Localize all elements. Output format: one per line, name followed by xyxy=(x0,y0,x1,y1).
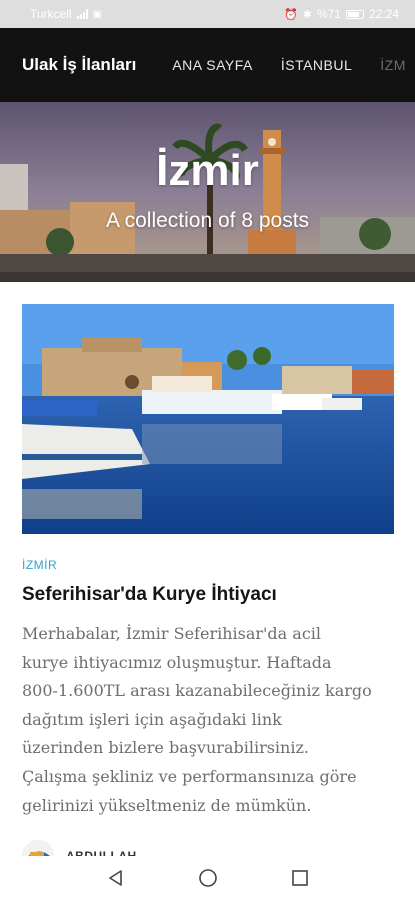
post-title[interactable]: Seferihisar'da Kurye İhtiyacı xyxy=(22,584,402,606)
nav-menu: ANA SAYFA İSTANBUL İZM xyxy=(172,57,406,73)
carrier-name: Turkcell xyxy=(30,7,72,21)
site-header: Ulak İş İlanları ANA SAYFA İSTANBUL İZM xyxy=(0,28,415,102)
system-navigation-bar xyxy=(0,856,415,900)
excerpt-line: dağıtım işleri için aşağıdaki link xyxy=(22,709,282,729)
nav-link-home[interactable]: ANA SAYFA xyxy=(172,57,253,73)
harbor-photo xyxy=(22,304,394,534)
post-feature-image[interactable] xyxy=(22,304,394,534)
signal-icon xyxy=(76,9,88,19)
back-icon[interactable] xyxy=(105,867,127,889)
nav-link-istanbul[interactable]: İSTANBUL xyxy=(281,57,352,73)
alarm-icon: ⏰ xyxy=(284,8,298,21)
recents-icon[interactable] xyxy=(289,867,311,889)
battery-icon xyxy=(345,9,364,19)
post-tag[interactable]: İZMİR xyxy=(22,558,57,572)
tag-post-count: A collection of 8 posts xyxy=(105,209,310,232)
excerpt-line: Merhabalar, İzmir Seferihisar'da acil xyxy=(22,624,322,643)
home-icon[interactable] xyxy=(197,867,219,889)
excerpt-line: üzerinden bizlere başvurabilirsiniz. xyxy=(22,738,309,758)
bluetooth-icon: ✱ xyxy=(302,8,312,21)
nav-link-izmir[interactable]: İZM xyxy=(380,57,406,73)
site-logo[interactable]: Ulak İş İlanları xyxy=(22,55,136,75)
nfc-icon: ▣ xyxy=(92,8,103,20)
tag-hero: İzmir A collection of 8 posts xyxy=(0,102,415,282)
excerpt-line: 800-1.600TL arası kazanabileceğiniz karg… xyxy=(22,681,372,701)
clock: 22:24 xyxy=(368,7,399,21)
status-bar: Turkcell ▣ ⏰ ✱ %71 22:24 xyxy=(0,0,415,28)
excerpt-line: gelirinizi yükseltmeniz de mümkün. xyxy=(22,795,312,815)
tag-title: İzmir xyxy=(156,146,259,195)
excerpt-line: kurye ihtiyacımız oluşmuştur. Haftada xyxy=(22,652,332,672)
battery-percent: %71 xyxy=(316,7,341,21)
excerpt-line: Çalışma şekliniz ve performansınıza göre xyxy=(22,766,357,786)
post-excerpt[interactable]: Merhabalar, İzmir Seferihisar'da acil ku… xyxy=(22,620,404,820)
